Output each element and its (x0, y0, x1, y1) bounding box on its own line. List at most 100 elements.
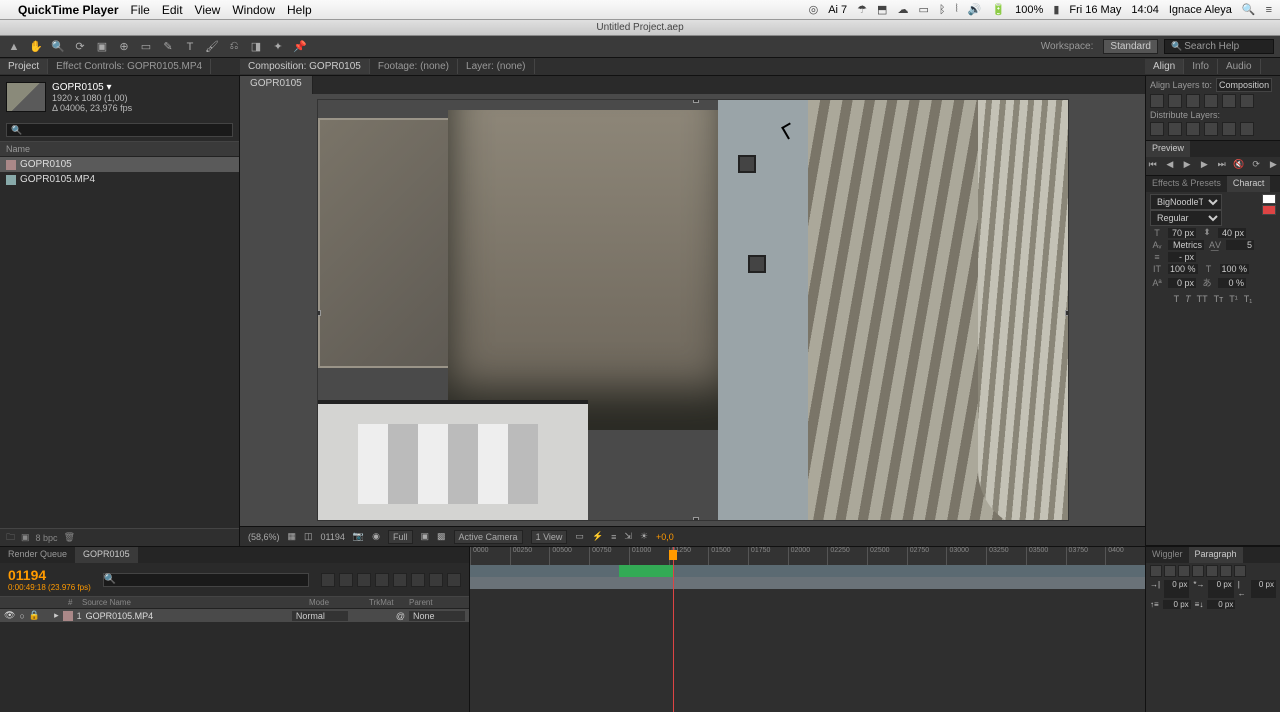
project-column-name[interactable]: Name (0, 141, 239, 157)
exposure-reset-icon[interactable]: ☀ (640, 531, 648, 542)
menu-edit[interactable]: Edit (162, 3, 183, 17)
transparency-icon[interactable]: ▩ (437, 531, 446, 542)
para-align-center[interactable] (1164, 565, 1176, 577)
tab-effect-controls[interactable]: Effect Controls: GOPR0105.MP4 (48, 59, 211, 74)
para-justify-all[interactable] (1234, 565, 1246, 577)
comp-mini-flow-button[interactable] (321, 573, 335, 587)
para-align-right[interactable] (1178, 565, 1190, 577)
playhead[interactable] (673, 547, 674, 712)
tracking-input[interactable]: 5 (1226, 240, 1254, 250)
font-style-select[interactable]: Regular (1150, 210, 1222, 226)
faux-bold-button[interactable]: T (1174, 294, 1180, 304)
prev-frame-button[interactable]: ◀ (1163, 159, 1176, 173)
search-help[interactable]: Search Help (1164, 39, 1274, 54)
mute-button[interactable]: 🔇 (1232, 159, 1245, 173)
layer-name[interactable]: GOPR0105.MP4 (86, 611, 288, 621)
transform-handle[interactable] (693, 517, 699, 521)
grid-icon[interactable]: ▦ (288, 531, 297, 542)
col-mode[interactable]: Mode (305, 598, 365, 607)
work-area-in[interactable] (619, 565, 673, 577)
pen-tool[interactable]: ✎ (160, 39, 176, 55)
comp-viewer[interactable] (240, 94, 1145, 526)
graph-editor-button[interactable] (447, 573, 461, 587)
layer-color-swatch[interactable] (63, 611, 73, 621)
dist-bottom-button[interactable] (1186, 122, 1200, 136)
hand-tool[interactable]: ✋ (28, 39, 44, 55)
allcaps-button[interactable]: TT (1197, 294, 1208, 304)
pixel-aspect-icon[interactable]: ▭ (575, 531, 584, 542)
space-after-input[interactable]: 0 px (1207, 600, 1235, 609)
tab-timeline-comp[interactable]: GOPR0105 (75, 547, 138, 563)
next-frame-button[interactable]: ▶ (1198, 159, 1211, 173)
space-before-input[interactable]: 0 px (1163, 600, 1191, 609)
app-name[interactable]: QuickTime Player (18, 3, 119, 17)
date[interactable]: Fri 16 May (1069, 4, 1121, 16)
tab-footage[interactable]: Footage: (none) (370, 59, 458, 74)
adobe-badge[interactable]: Ai 7 (828, 4, 847, 16)
comp-flow-icon[interactable]: ⇲ (624, 531, 632, 542)
wifi-icon[interactable]: ⦚ (955, 3, 957, 16)
sync-icon[interactable]: ◎ (809, 3, 819, 16)
bin-icon[interactable]: 🗀 (6, 530, 15, 546)
baseline-input[interactable]: 0 px (1168, 278, 1196, 288)
project-comp-name[interactable]: GOPR0105 ▾ (52, 82, 132, 93)
umbrella-icon[interactable]: ☂ (857, 3, 867, 16)
indent-right-input[interactable]: 0 px (1251, 580, 1276, 598)
para-justify-center[interactable] (1206, 565, 1218, 577)
faux-italic-button[interactable]: T (1185, 294, 1191, 304)
tab-paragraph[interactable]: Paragraph (1189, 547, 1243, 563)
bpc-toggle[interactable]: 8 bpc (36, 533, 58, 543)
dropbox-icon[interactable]: ⬒ (877, 3, 887, 16)
camera-select[interactable]: Active Camera (454, 530, 523, 544)
para-justify-right[interactable] (1220, 565, 1232, 577)
camera-tool[interactable]: ▣ (94, 39, 110, 55)
para-justify-left[interactable] (1192, 565, 1204, 577)
timeline-track-area[interactable]: 0000 00250 00500 00750 01000 01250 01500… (470, 547, 1145, 712)
timeline-icon[interactable]: ≡ (611, 532, 616, 542)
font-family-select[interactable]: BigNoodleTitling (1150, 194, 1222, 210)
dist-vcenter-button[interactable] (1168, 122, 1182, 136)
rotate-tool[interactable]: ⟳ (72, 39, 88, 55)
auto-keyframe-button[interactable] (429, 573, 443, 587)
trash-icon[interactable]: 🗑 (64, 532, 75, 543)
brush-tool[interactable]: 🖌 (204, 39, 220, 55)
para-align-left[interactable] (1150, 565, 1162, 577)
notification-icon[interactable]: ≡ (1266, 4, 1272, 16)
type-tool[interactable]: T (182, 39, 198, 55)
view-select[interactable]: 1 View (531, 530, 568, 544)
roi-icon[interactable]: ▣ (421, 531, 430, 542)
dist-top-button[interactable] (1150, 122, 1164, 136)
tab-align[interactable]: Align (1145, 59, 1184, 74)
rect-tool[interactable]: ▭ (138, 39, 154, 55)
tab-project[interactable]: Project (0, 59, 48, 74)
tab-preview[interactable]: Preview (1146, 141, 1190, 157)
zoom-tool[interactable]: 🔍 (50, 39, 66, 55)
leading-input[interactable]: 40 px (1218, 228, 1246, 238)
timeline-layer-row[interactable]: 👁 ○ 🔒 ▸ 1 GOPR0105.MP4 Normal @ None (0, 609, 469, 622)
superscript-button[interactable]: T¹ (1229, 294, 1238, 304)
play-button[interactable]: ▶ (1181, 159, 1194, 173)
brainstorm-button[interactable] (411, 573, 425, 587)
layer-duration-bar[interactable] (470, 577, 1145, 589)
cloud-icon[interactable]: ☁ (897, 3, 908, 16)
resolution-select[interactable]: Full (388, 530, 413, 544)
kerning-select[interactable]: Metrics (1168, 240, 1204, 250)
workspace-select[interactable]: Standard (1103, 39, 1158, 54)
bluetooth-icon[interactable]: ᛒ (939, 4, 946, 16)
dist-hcenter-button[interactable] (1222, 122, 1236, 136)
work-area-bar[interactable] (470, 565, 1145, 577)
pan-behind-tool[interactable]: ⊕ (116, 39, 132, 55)
selection-tool[interactable]: ▲ (6, 39, 22, 55)
align-vcenter-button[interactable] (1222, 94, 1236, 108)
time[interactable]: 14:04 (1131, 4, 1159, 16)
tab-info[interactable]: Info (1184, 59, 1218, 74)
menu-window[interactable]: Window (232, 3, 275, 17)
tsume-input[interactable]: 0 % (1218, 278, 1246, 288)
layer-mode-select[interactable]: Normal (292, 611, 348, 621)
time-ruler[interactable]: 0000 00250 00500 00750 01000 01250 01500… (470, 547, 1145, 567)
transform-handle[interactable] (317, 310, 321, 316)
spotlight-icon[interactable]: 🔍 (1242, 3, 1256, 16)
display-icon[interactable]: ▭ (918, 3, 928, 16)
draft3d-button[interactable] (339, 573, 353, 587)
stroke-swatch[interactable] (1262, 205, 1276, 215)
